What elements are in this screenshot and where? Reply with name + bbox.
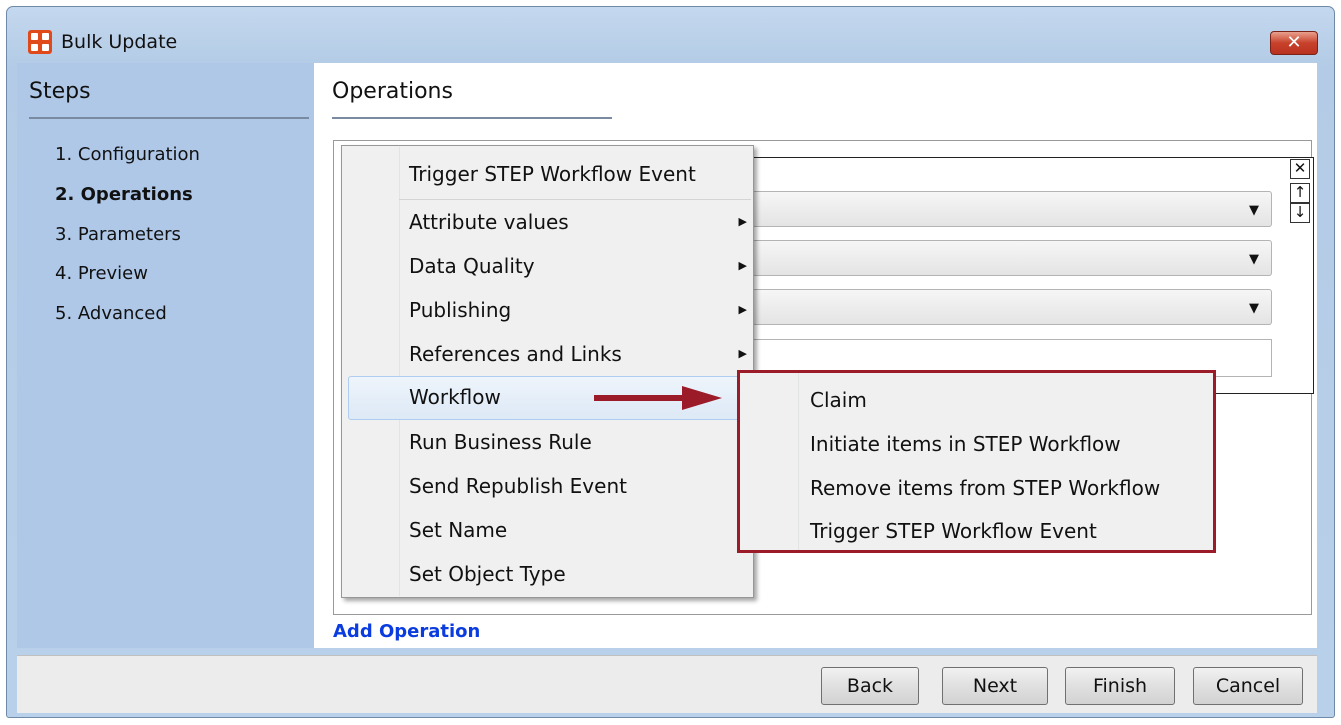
menu-item-label: Trigger STEP Workflow Event — [409, 162, 696, 186]
step-advanced[interactable]: 5. Advanced — [55, 303, 167, 324]
menu-gutter — [798, 373, 799, 550]
back-button[interactable]: Back — [821, 667, 919, 705]
submenu-arrow-icon: ▶ — [738, 259, 747, 272]
submenu-arrow-icon: ▶ — [738, 303, 747, 316]
submenu-item-claim[interactable]: Claim — [810, 388, 867, 412]
window-title: Bulk Update — [61, 31, 178, 53]
menu-item-trigger-workflow-event[interactable]: Trigger STEP Workflow Event — [342, 153, 753, 197]
move-down-icon[interactable]: ↓ — [1290, 203, 1310, 223]
step-operations[interactable]: 2. Operations — [55, 184, 193, 205]
menu-item-label: Publishing — [409, 298, 512, 322]
cancel-button[interactable]: Cancel — [1193, 667, 1303, 705]
menu-item-set-object-type[interactable]: Set Object Type — [342, 553, 753, 597]
menu-item-label: Set Object Type — [409, 562, 566, 586]
submenu-item-remove-items[interactable]: Remove items from STEP Workflow — [810, 476, 1160, 500]
finish-button[interactable]: Finish — [1065, 667, 1175, 705]
chevron-down-icon: ▼ — [1249, 203, 1259, 218]
menu-item-attribute-values[interactable]: Attribute values ▶ — [342, 201, 753, 245]
menu-item-label: Send Republish Event — [409, 474, 627, 498]
submenu-item-trigger-event[interactable]: Trigger STEP Workflow Event — [810, 519, 1097, 543]
chevron-down-icon: ▼ — [1249, 252, 1259, 267]
operation-panel: ▼ ▼ ▼ ✕ ↑ ↓ — [736, 157, 1314, 394]
menu-item-label: Workflow — [409, 385, 501, 409]
menu-item-label: Set Name — [409, 518, 508, 542]
steps-title: Steps — [29, 79, 91, 104]
operations-divider — [332, 117, 612, 119]
menu-item-label: Run Business Rule — [409, 430, 592, 454]
operation-type-menu: Trigger STEP Workflow Event Attribute va… — [341, 145, 754, 598]
operation-combo-3[interactable]: ▼ — [752, 289, 1272, 325]
add-operation-link[interactable]: Add Operation — [333, 621, 480, 642]
operation-combo-1[interactable]: ▼ — [752, 191, 1272, 227]
move-up-icon[interactable]: ↑ — [1290, 183, 1310, 203]
menu-item-publishing[interactable]: Publishing ▶ — [342, 289, 753, 333]
button-bar: Back Next Finish Cancel — [17, 655, 1317, 713]
menu-item-references-and-links[interactable]: References and Links ▶ — [342, 333, 753, 377]
operation-combo-2[interactable]: ▼ — [752, 240, 1272, 276]
step-preview[interactable]: 4. Preview — [55, 263, 148, 284]
menu-item-label: References and Links — [409, 342, 622, 366]
step-parameters[interactable]: 3. Parameters — [55, 224, 181, 245]
menu-item-set-name[interactable]: Set Name — [342, 509, 753, 553]
workflow-submenu: Claim Initiate items in STEP Workflow Re… — [737, 370, 1216, 553]
operations-title: Operations — [332, 79, 453, 104]
menu-item-label: Data Quality — [409, 254, 535, 278]
submenu-arrow-icon: ▶ — [738, 347, 747, 360]
close-button[interactable]: ✕ — [1270, 31, 1318, 55]
menu-item-run-business-rule[interactable]: Run Business Rule — [342, 421, 753, 465]
next-button[interactable]: Next — [942, 667, 1048, 705]
app-logo-icon — [28, 30, 52, 54]
chevron-down-icon: ▼ — [1249, 301, 1259, 316]
menu-separator — [399, 199, 751, 200]
annotation-arrow-icon — [594, 386, 722, 410]
remove-icon[interactable]: ✕ — [1290, 159, 1310, 179]
menu-item-label: Attribute values — [409, 210, 569, 234]
menu-item-data-quality[interactable]: Data Quality ▶ — [342, 245, 753, 289]
steps-panel: Steps 1. Configuration 2. Operations 3. … — [17, 63, 314, 648]
menu-item-send-republish-event[interactable]: Send Republish Event — [342, 465, 753, 509]
steps-divider — [29, 117, 309, 119]
step-configuration[interactable]: 1. Configuration — [55, 144, 200, 165]
submenu-item-initiate-items[interactable]: Initiate items in STEP Workflow — [810, 432, 1121, 456]
submenu-arrow-icon: ▶ — [738, 215, 747, 228]
